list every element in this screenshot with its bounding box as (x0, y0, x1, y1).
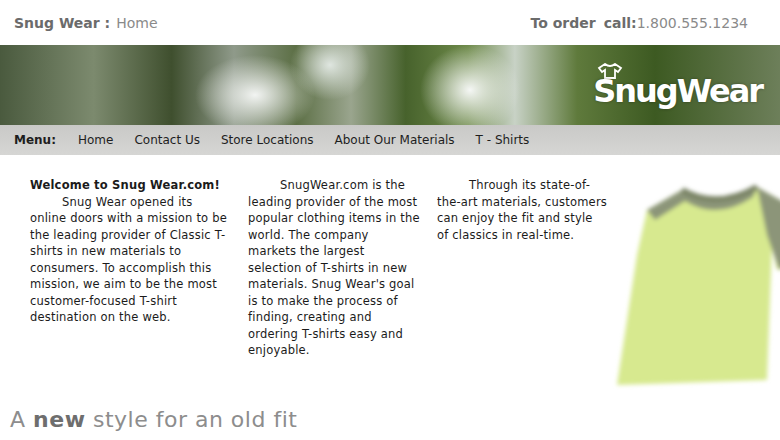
tagline-segment: style for an old fit (85, 407, 297, 432)
brand-name: Snug Wear : (14, 15, 110, 31)
text-column: Through its state-of-the-art materials, … (437, 177, 607, 398)
top-bar: Snug Wear : Home To order call:1.800.555.12… (0, 0, 780, 45)
menu-label: Menu: (14, 133, 56, 147)
call-label: call: (604, 15, 637, 31)
menu-bar: Menu: Home Contact Us Store Locations About … (0, 125, 780, 155)
logo: SnugWear (593, 63, 762, 107)
tshirt-image-icon (607, 165, 780, 395)
page: Snug Wear : Home To order call:1.800.555.12… (0, 0, 780, 440)
column-title: Welcome to Snug Wear.com! (30, 177, 230, 194)
menu-item[interactable]: Home (78, 133, 113, 147)
menu-item[interactable]: Contact Us (134, 133, 200, 147)
phone: call:1.800.555.1234 (604, 15, 748, 31)
column-text: Snug Wear opened its online doors with a… (30, 194, 230, 326)
menu-item[interactable]: About Our Materials (335, 133, 455, 147)
banner: SnugWear (0, 45, 780, 125)
column-text: Through its state-of-the-art materials, … (437, 177, 607, 243)
phone-number: 1.800.555.1234 (637, 15, 748, 31)
content: Welcome to Snug Wear.com!Snug Wear opene… (0, 155, 780, 398)
tagline-segment: new (33, 407, 85, 432)
tagline: A new style for an old fit (0, 398, 780, 440)
breadcrumb: Snug Wear : Home (14, 15, 158, 31)
column-text: SnugWear.com is the leading provider of … (248, 177, 420, 359)
menu-item[interactable]: T - Shirts (476, 133, 530, 147)
tagline-segment: A (10, 407, 33, 432)
menu-item[interactable]: Store Locations (221, 133, 314, 147)
text-column: SnugWear.com is the leading provider of … (248, 177, 420, 398)
order-label: To order (531, 15, 596, 31)
text-column: Welcome to Snug Wear.com!Snug Wear opene… (30, 177, 230, 398)
logo-text: SnugWear (593, 75, 762, 107)
order-info: To order call:1.800.555.1234 (531, 15, 748, 31)
page-name: Home (116, 15, 157, 31)
shirt-photo (607, 165, 780, 398)
